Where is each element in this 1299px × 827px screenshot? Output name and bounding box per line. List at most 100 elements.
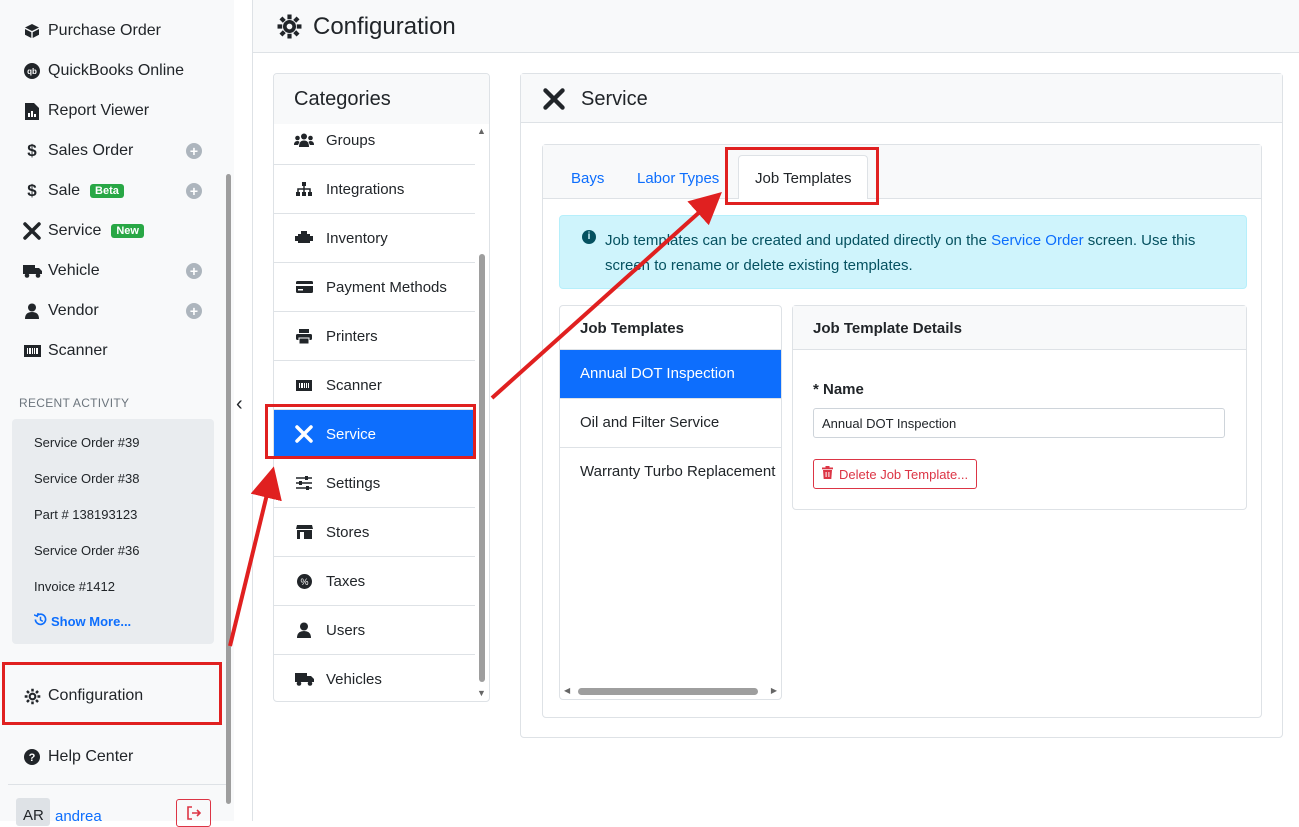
user-name-link[interactable]: andrea	[55, 808, 102, 825]
recent-item[interactable]: Service Order #39	[34, 435, 140, 450]
delete-job-template-button[interactable]: Delete Job Template...	[813, 459, 978, 489]
sidebar-item-quickbooks[interactable]: qb QuickBooks Online	[22, 59, 184, 83]
highlight-box	[2, 662, 222, 725]
add-vehicle-button[interactable]: +	[186, 263, 202, 279]
category-label: Printers	[326, 327, 378, 345]
user-icon	[22, 301, 42, 321]
sidebar-item-vendor[interactable]: Vendor	[22, 299, 99, 323]
category-settings[interactable]: Settings	[274, 459, 475, 508]
quickbooks-icon: qb	[22, 61, 42, 81]
category-label: Scanner	[326, 376, 382, 394]
add-sales-order-button[interactable]: +	[186, 143, 202, 159]
sidebar-item-label: Scanner	[48, 342, 108, 359]
sidebar-item-scanner[interactable]: Scanner	[22, 339, 108, 363]
category-vehicles[interactable]: Vehicles	[274, 655, 475, 701]
highlight-box	[725, 147, 879, 205]
credit-card-icon	[294, 281, 314, 293]
service-panel-title: Service	[581, 88, 648, 110]
name-input[interactable]	[813, 408, 1225, 438]
job-template-details: Job Template Details * Name Delete Job T…	[792, 305, 1247, 510]
sidebar-item-vehicle[interactable]: Vehicle	[22, 259, 100, 283]
logout-button[interactable]	[176, 799, 211, 827]
job-templates-list-title: Job Templates	[560, 306, 781, 350]
service-order-link[interactable]: Service Order	[991, 232, 1084, 249]
percent-badge-icon: %	[294, 573, 314, 589]
svg-text:?: ?	[29, 752, 36, 764]
scrollbar-thumb[interactable]	[578, 688, 758, 695]
category-stores[interactable]: Stores	[274, 508, 475, 557]
sidebar-item-help-center[interactable]: ? Help Center	[22, 745, 133, 769]
info-alert: i Job templates can be created and updat…	[559, 215, 1247, 289]
category-label: Stores	[326, 523, 370, 541]
category-printers[interactable]: Printers	[274, 312, 475, 361]
sidebar-item-sale[interactable]: $ Sale Beta	[22, 179, 124, 203]
category-label: Taxes	[326, 572, 366, 590]
add-sale-button[interactable]: +	[186, 183, 202, 199]
tools-icon	[22, 221, 42, 241]
sidebar-item-label: Vendor	[48, 302, 99, 319]
recent-activity-title: RECENT ACTIVITY	[19, 396, 130, 410]
tab-labor-types[interactable]: Labor Types	[637, 170, 719, 187]
new-badge: New	[111, 224, 144, 238]
info-text: Job templates can be created and updated…	[605, 232, 992, 249]
job-template-item[interactable]: Warranty Turbo Replacement	[560, 448, 781, 497]
recent-item[interactable]: Service Order #38	[34, 471, 140, 486]
scroll-left-arrow[interactable]: ◀	[564, 686, 570, 695]
job-template-item[interactable]: Annual DOT Inspection	[560, 350, 781, 399]
scroll-down-arrow[interactable]: ▼	[477, 688, 486, 698]
barcode-icon	[294, 379, 314, 391]
category-taxes[interactable]: % Taxes	[274, 557, 475, 606]
info-icon: i	[582, 230, 596, 244]
category-label: Groups	[326, 131, 376, 149]
user-icon	[294, 622, 314, 638]
sidebar-item-label: Service	[48, 222, 102, 239]
collapse-sidebar-button[interactable]: ‹	[236, 393, 243, 416]
categories-panel: Categories Groups Integrations Inventory…	[273, 73, 490, 702]
truck-icon	[294, 672, 314, 686]
recent-activity-list: Service Order #39 Service Order #38 Part…	[12, 419, 214, 644]
category-inventory[interactable]: Inventory	[274, 214, 475, 263]
recent-item[interactable]: Invoice #1412	[34, 579, 115, 594]
category-payment-methods[interactable]: Payment Methods	[274, 263, 475, 312]
beta-badge: Beta	[90, 184, 124, 198]
page-title: Configuration	[313, 13, 456, 40]
truck-icon	[22, 261, 42, 281]
sidebar-item-purchase-order[interactable]: Purchase Order	[22, 19, 161, 43]
category-label: Payment Methods	[326, 278, 447, 296]
sidebar-scrollbar[interactable]	[226, 174, 231, 804]
sidebar-item-label: Sale	[48, 182, 81, 199]
sidebar-item-label: Report Viewer	[48, 102, 150, 119]
recent-item[interactable]: Part # 138193123	[34, 507, 137, 522]
category-groups[interactable]: Groups	[274, 116, 475, 165]
add-vendor-button[interactable]: +	[186, 303, 202, 319]
history-icon	[33, 612, 47, 629]
avatar: AR	[16, 798, 50, 826]
dollar-icon: $	[27, 181, 37, 200]
job-template-details-title: Job Template Details	[793, 306, 1246, 350]
gear-icon	[277, 14, 302, 43]
svg-text:%: %	[300, 577, 308, 587]
job-template-item[interactable]: Oil and Filter Service	[560, 399, 781, 448]
scroll-right-arrow[interactable]: ▶	[771, 686, 777, 695]
category-label: Vehicles	[326, 670, 382, 688]
svg-text:qb: qb	[27, 67, 37, 76]
tab-bays[interactable]: Bays	[571, 170, 604, 187]
category-users[interactable]: Users	[274, 606, 475, 655]
categories-title: Categories	[294, 88, 391, 110]
categories-scrollbar[interactable]	[479, 254, 485, 682]
horizontal-scrollbar[interactable]: ◀ ▶	[564, 686, 777, 696]
recent-item[interactable]: Service Order #36	[34, 543, 140, 558]
sliders-icon	[294, 476, 314, 490]
category-scanner[interactable]: Scanner	[274, 361, 475, 410]
scroll-up-arrow[interactable]: ▲	[477, 126, 486, 136]
barcode-icon	[22, 341, 42, 361]
sidebar-item-service[interactable]: Service New	[22, 219, 144, 243]
sidebar-item-label: Vehicle	[48, 262, 100, 279]
sidebar-item-report-viewer[interactable]: Report Viewer	[22, 99, 149, 123]
sidebar-item-sales-order[interactable]: $ Sales Order	[22, 139, 133, 163]
tab-bar: Bays Labor Types Job Templates	[543, 145, 1261, 199]
sidebar-divider	[252, 0, 253, 821]
report-icon	[22, 101, 42, 121]
show-more-link[interactable]: Show More...	[33, 612, 131, 629]
category-integrations[interactable]: Integrations	[274, 165, 475, 214]
